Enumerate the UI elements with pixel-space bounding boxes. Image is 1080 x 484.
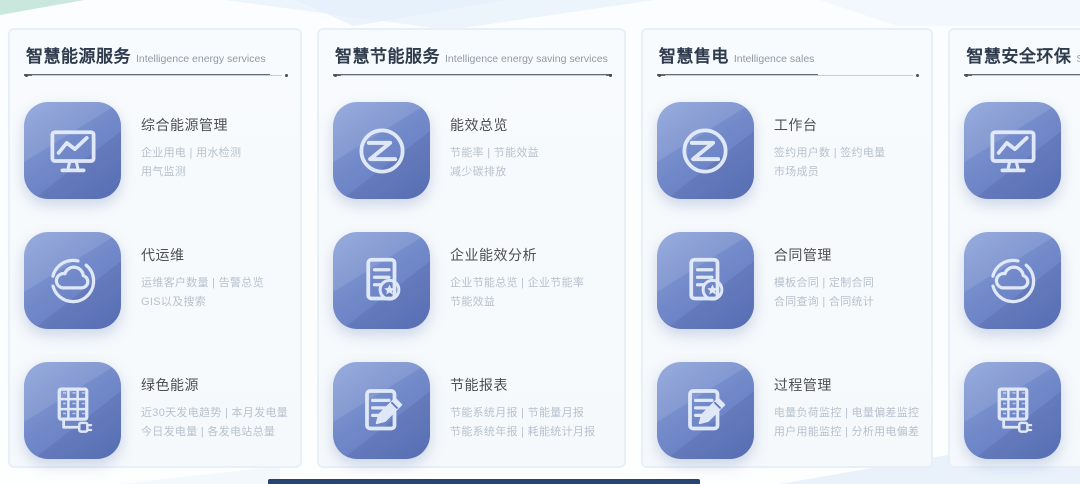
- service-card[interactable]: 工作台 签约用户数 | 签约电量 市场成员: [657, 102, 919, 199]
- panel-header: 智慧节能服务 Intelligence energy saving service…: [333, 42, 612, 78]
- panel-title: 智慧节能服务: [335, 47, 440, 66]
- document-star-icon: [352, 251, 412, 311]
- panel-header: 智慧安全环保 Security environmental protection: [964, 42, 1080, 78]
- service-icon-tile: [24, 102, 121, 199]
- panel-header: 智慧售电 Intelligence sales: [657, 42, 919, 78]
- card-subtitle-line: 减少碳排放: [450, 163, 539, 182]
- service-icon-tile: [657, 362, 754, 459]
- card-subtitle-line: 运维客户数量 | 告警总览: [141, 274, 264, 293]
- card-subtitle-line: 签约用户数 | 签约电量: [774, 144, 886, 163]
- service-card[interactable]: 能效总览 节能率 | 节能效益 减少碳排放: [333, 102, 612, 199]
- card-subtitle-line: 企业节能总览 | 企业节能率: [450, 274, 584, 293]
- service-card[interactable]: 绿色能源 近30天发电趋势 | 本月发电量 今日发电量 | 各发电站总量: [24, 362, 288, 459]
- service-card[interactable]: 维护监测 抢修工单分类 | 抢修人员 巡检人员: [964, 102, 1080, 199]
- card-subtitle-line: 用气监测: [141, 163, 241, 182]
- card-subtitle-line: 节能系统月报 | 节能量月报: [450, 404, 595, 423]
- header-rule: [341, 76, 606, 78]
- card-subtitle-line: 模板合同 | 定制合同: [774, 274, 874, 293]
- card-subtitle-line: 近30天发电趋势 | 本月发电量: [141, 404, 288, 423]
- teal-corner-decoration: [0, 0, 84, 15]
- footer-bar: [268, 479, 700, 484]
- panel-subtitle: Intelligence sales: [734, 53, 815, 65]
- service-card[interactable]: 过程管理 电量负荷监控 | 电量偏差监控 用户用能监控 | 分析用电偏差: [657, 362, 919, 459]
- card-title: 能效总览: [450, 115, 539, 135]
- solar-panel-icon: [983, 381, 1043, 441]
- panel-title: 智慧能源服务: [26, 47, 131, 66]
- document-pencil-icon: [352, 381, 412, 441]
- service-overview-page: 智慧能源服务 Intelligence energy services 综合能源管…: [0, 0, 1080, 484]
- z-logo-icon: [675, 121, 735, 181]
- panel-subtitle: Security environmental protection: [1076, 53, 1080, 65]
- card-subtitle-line: 节能率 | 节能效益: [450, 144, 539, 163]
- service-card[interactable]: 代运维 运维客户数量 | 告警总览 GIS以及搜索: [24, 232, 288, 329]
- header-rule: [972, 76, 1080, 78]
- card-title: 过程管理: [774, 375, 919, 395]
- panel-security-environment: 智慧安全环保Security environmental protection …: [948, 28, 1080, 468]
- header-rule: [32, 76, 282, 78]
- service-card[interactable]: 企业能效分析 企业节能总览 | 企业节能率 节能效益: [333, 232, 612, 329]
- panel-energy-saving-services: 智慧节能服务 Intelligence energy saving service…: [317, 28, 626, 468]
- panel-title: 智慧安全环保: [966, 47, 1071, 66]
- card-subtitle-line: 节能效益: [450, 293, 584, 312]
- cloud-circle-icon: [983, 251, 1043, 311]
- service-icon-tile: [333, 102, 430, 199]
- blue-facet-decoration: [295, 0, 505, 26]
- cloud-circle-icon: [43, 251, 103, 311]
- card-title: 企业能效分析: [450, 245, 584, 265]
- card-title: 综合能源管理: [141, 115, 241, 135]
- service-icon-tile: [964, 232, 1061, 329]
- z-logo-icon: [352, 121, 412, 181]
- service-icon-tile: [333, 232, 430, 329]
- card-subtitle-line: 市场成员: [774, 163, 886, 182]
- service-icon-tile: [333, 362, 430, 459]
- service-icon-tile: [657, 232, 754, 329]
- card-title: 代运维: [141, 245, 264, 265]
- service-icon-tile: [964, 362, 1061, 459]
- panel-title: 智慧售电: [659, 47, 729, 66]
- service-icon-tile: [24, 362, 121, 459]
- service-panels: 智慧能源服务 Intelligence energy services 综合能源管…: [8, 28, 1076, 468]
- card-subtitle-line: 合同查询 | 合同统计: [774, 293, 874, 312]
- service-icon-tile: [657, 102, 754, 199]
- bottom-left-decoration: [120, 466, 280, 484]
- panel-subtitle: Intelligence energy saving services: [445, 53, 608, 65]
- solar-panel-icon: [43, 381, 103, 441]
- service-card[interactable]: 综合能源管理 企业用电 | 用水检测 用气监测: [24, 102, 288, 199]
- service-card[interactable]: 视频监控 外部厂区监控 | 内部监控 火灾监控: [964, 362, 1080, 459]
- document-pencil-icon: [675, 381, 735, 441]
- service-card[interactable]: 节能报表 节能系统月报 | 节能量月报 节能系统年报 | 耗能统计月报: [333, 362, 612, 459]
- card-subtitle-line: 电量负荷监控 | 电量偏差监控: [774, 404, 919, 423]
- card-subtitle-line: 节能系统年报 | 耗能统计月报: [450, 423, 595, 442]
- panel-energy-services: 智慧能源服务 Intelligence energy services 综合能源管…: [8, 28, 302, 468]
- panel-subtitle: Intelligence energy services: [136, 53, 266, 65]
- card-subtitle-line: GIS以及搜索: [141, 293, 264, 312]
- service-icon-tile: [24, 232, 121, 329]
- service-icon-tile: [964, 102, 1061, 199]
- service-card[interactable]: 合同管理 模板合同 | 定制合同 合同查询 | 合同统计: [657, 232, 919, 329]
- panel-header: 智慧能源服务 Intelligence energy services: [24, 42, 288, 78]
- card-subtitle-line: 企业用电 | 用水检测: [141, 144, 241, 163]
- blue-facet-decoration: [820, 0, 1080, 26]
- card-title: 工作台: [774, 115, 886, 135]
- card-title: 绿色能源: [141, 375, 288, 395]
- header-rule: [665, 76, 913, 78]
- service-card[interactable]: 排放监测 污染物排放 | 碳排放 粉尘 | 二氧化硫: [964, 232, 1080, 329]
- monitor-chart-icon: [983, 121, 1043, 181]
- monitor-chart-icon: [43, 121, 103, 181]
- panel-electricity-sales: 智慧售电 Intelligence sales 工作台 签约用户数 | 签约电量 …: [641, 28, 933, 468]
- card-subtitle-line: 今日发电量 | 各发电站总量: [141, 423, 288, 442]
- card-title: 节能报表: [450, 375, 595, 395]
- card-title: 合同管理: [774, 245, 874, 265]
- document-star-icon: [675, 251, 735, 311]
- card-subtitle-line: 用户用能监控 | 分析用电偏差: [774, 423, 919, 442]
- blue-facet-decoration: [225, 0, 655, 30]
